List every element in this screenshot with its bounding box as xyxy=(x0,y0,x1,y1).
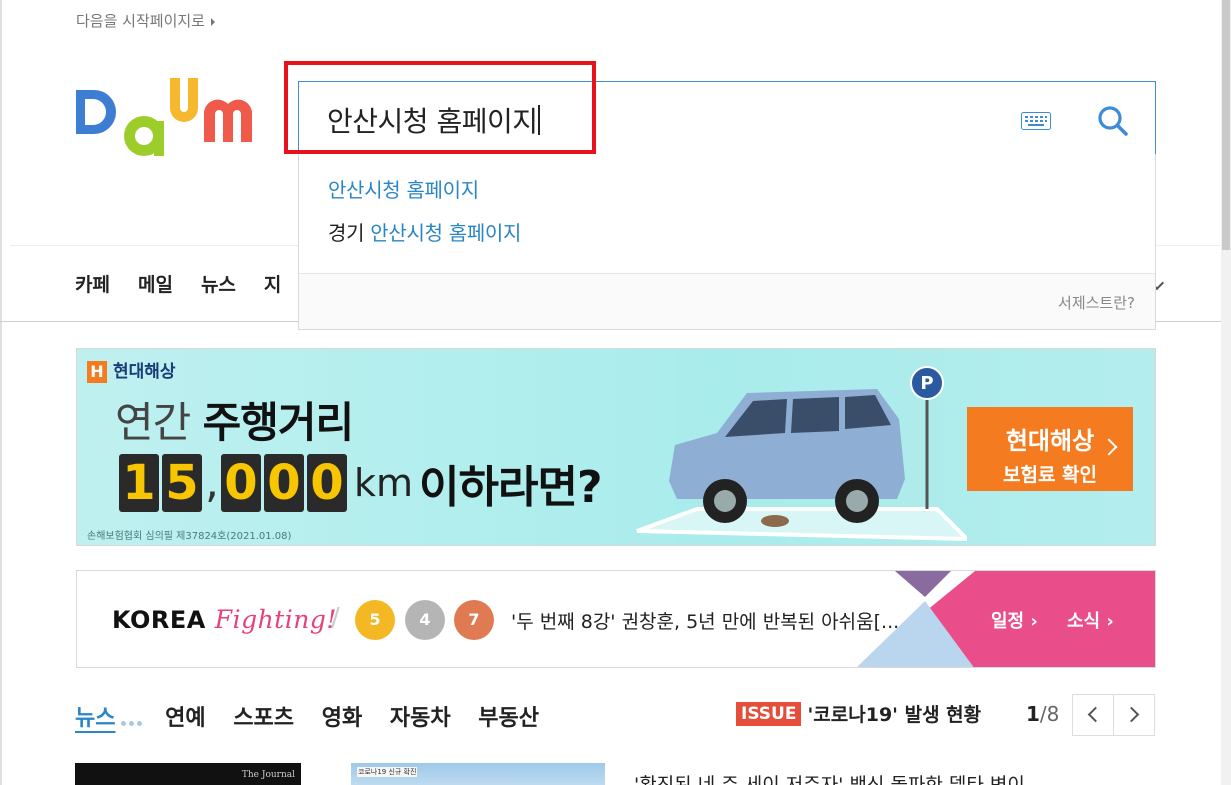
news-thumbnail[interactable]: 코로나19 신규 확진 xyxy=(351,763,605,785)
text-caret xyxy=(538,105,541,135)
news-thumbnail[interactable]: The Journal xyxy=(75,763,301,785)
search-suggestion-dropdown: 안산시청 홈페이지 경기 안산시청 홈페이지 서제스트란? xyxy=(298,154,1156,330)
prev-button[interactable] xyxy=(1072,694,1114,736)
divider-slash: / xyxy=(331,603,340,633)
search-query-text: 안산시청 홈페이지 xyxy=(327,105,538,138)
odometer-digit: 0 xyxy=(264,454,304,512)
gold-medal-count: 5 xyxy=(355,600,395,640)
pager-total: /8 xyxy=(1039,702,1060,726)
issue-ticker[interactable]: ISSUE '코로나19' 발생 현황 xyxy=(736,700,981,727)
title-bold: KOREA xyxy=(112,606,206,634)
ad-brand: H 현대해상 xyxy=(87,357,176,383)
suggestion-footer: 서제스트란? xyxy=(299,273,1155,329)
odometer-digit: 0 xyxy=(221,454,261,512)
suggestion-match: 안산시청 홈페이지 xyxy=(328,178,479,202)
scrollbar[interactable] xyxy=(1221,0,1231,785)
suggestion-item[interactable]: 경기 안산시청 홈페이지 xyxy=(328,217,521,246)
gnb-item-mail[interactable]: 메일 xyxy=(138,274,173,296)
suggestion-prefix: 경기 xyxy=(328,221,371,245)
issue-text: '코로나19' 발생 현황 xyxy=(807,704,982,726)
issue-pager: 1/8 xyxy=(1026,702,1059,726)
suggestion-item[interactable]: 안산시청 홈페이지 xyxy=(328,174,479,203)
odometer: 1 5 , 0 0 0 km 이하라면? xyxy=(119,453,602,513)
korea-fighting-title: KOREA Fighting! xyxy=(112,605,337,634)
olympics-banner[interactable]: KOREA Fighting! / 5 4 7 '두 번째 8강' 권창훈, 5… xyxy=(76,570,1156,668)
odometer-unit: km xyxy=(354,461,414,505)
gnb-item-map[interactable]: 지 xyxy=(264,274,281,296)
gnb-item-cafe[interactable]: 카페 xyxy=(75,274,110,296)
title-script: Fighting! xyxy=(214,605,337,634)
window-left-edge xyxy=(0,0,2,785)
ad-headline-bold: 주행거리 xyxy=(202,398,355,447)
more-dots-icon[interactable] xyxy=(121,707,145,732)
hyundai-marine-logo: H xyxy=(87,361,107,383)
set-start-label: 다음을 시작페이지로 xyxy=(76,12,205,30)
schedule-link[interactable]: 일정 › xyxy=(991,607,1038,633)
thumbnail-text: 코로나19 신규 확진 xyxy=(357,767,418,777)
search-box[interactable]: 안산시청 홈페이지 xyxy=(298,81,1156,155)
search-input[interactable]: 안산시청 홈페이지 xyxy=(327,100,541,140)
odometer-comma: , xyxy=(205,457,219,508)
tab-news[interactable]: 뉴스 xyxy=(75,706,115,731)
gnb-item-news[interactable]: 뉴스 xyxy=(201,274,236,296)
tab-entertainment[interactable]: 연예 xyxy=(165,706,205,731)
ad-fine-print: 손해보험협회 심의필 제37824호(2021.01.08) xyxy=(87,531,292,542)
ad-headline: 연간 주행거리 xyxy=(115,389,355,450)
chevron-left-icon xyxy=(1087,706,1104,723)
tab-auto[interactable]: 자동차 xyxy=(390,706,451,731)
suggestion-match: 안산시청 홈페이지 xyxy=(370,221,522,245)
news-label: 소식 xyxy=(1067,611,1101,632)
keyboard-icon[interactable] xyxy=(1021,112,1051,130)
content-tabs: 뉴스 연예 스포츠 영화 자동차 부동산 xyxy=(75,700,559,732)
news-headline[interactable]: '확진된 네 주 세이 저주자' 백신 돌파한 델타 변이 xyxy=(634,770,1025,785)
chevron-right-icon xyxy=(1123,706,1140,723)
tab-realestate[interactable]: 부동산 xyxy=(478,706,539,731)
scrollbar-thumb[interactable] xyxy=(1222,0,1230,250)
ad-headline-light: 연간 xyxy=(115,398,203,447)
thumbnail-text: The Journal xyxy=(241,770,295,780)
set-start-page-link[interactable]: 다음을 시작페이지로 xyxy=(76,10,215,31)
tab-sports[interactable]: 스포츠 xyxy=(233,706,294,731)
schedule-label: 일정 xyxy=(991,611,1025,632)
silver-medal-count: 4 xyxy=(405,600,445,640)
daum-logo[interactable] xyxy=(74,76,270,160)
ad-cta-line2: 보험료 확인 xyxy=(1002,464,1097,486)
olympics-headline[interactable]: '두 번째 8강' 권창훈, 5년 만에 반복된 아쉬움[... xyxy=(511,607,899,634)
bronze-medal-count: 7 xyxy=(454,600,494,640)
news-link[interactable]: 소식 › xyxy=(1067,607,1114,633)
odometer-digit: 5 xyxy=(162,454,202,512)
issue-badge: ISSUE xyxy=(736,702,802,726)
ad-headline-tail: 이하라면? xyxy=(419,462,602,513)
odometer-digit: 1 xyxy=(119,454,159,512)
tab-movie[interactable]: 영화 xyxy=(322,706,362,731)
ad-brand-name: 현대해상 xyxy=(113,362,176,382)
next-button[interactable] xyxy=(1113,694,1155,736)
search-icon[interactable] xyxy=(1097,105,1129,137)
ad-banner[interactable]: H 현대해상 연간 주행거리 1 5 , 0 0 0 km 이하라면? 손해보험협… xyxy=(76,348,1156,546)
pager-current: 1 xyxy=(1026,702,1040,726)
ad-cta-button[interactable]: 현대해상 보험료 확인 xyxy=(967,407,1133,491)
parking-sign-text: P xyxy=(920,373,933,394)
car-illustration: P xyxy=(636,366,967,542)
caret-right-icon xyxy=(210,17,215,26)
suggest-help-link[interactable]: 서제스트란? xyxy=(1058,292,1135,313)
global-nav: 카페 메일 뉴스 지 xyxy=(75,270,309,297)
odometer-digit: 0 xyxy=(307,454,347,512)
